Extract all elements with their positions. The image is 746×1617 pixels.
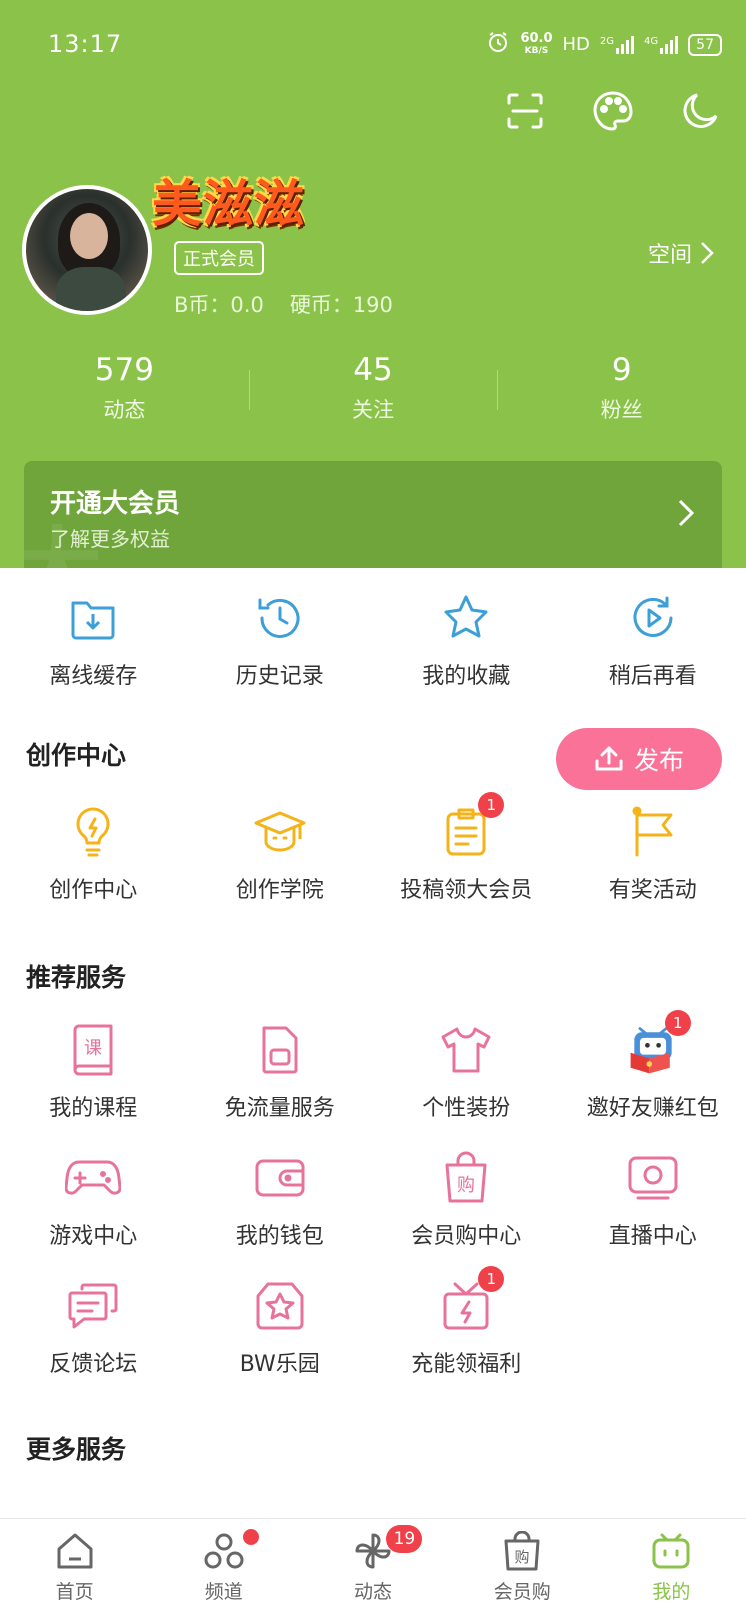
creation-item-academy[interactable]: 创作学院 [187,804,374,904]
sim-card-icon [252,1022,308,1078]
svg-text:购: 购 [457,1175,475,1196]
vip-banner[interactable]: 大 开通大会员 了解更多权益 [24,461,722,568]
download-folder-icon [65,590,121,646]
palette-icon[interactable] [590,88,636,134]
recommended-grid-row-2: 游戏中心 我的钱包 购 会员购中心 直播中心 [0,1150,746,1250]
recommended-grid-row-3: 反馈论坛 BW乐园 1 充能领福利 [0,1266,746,1378]
coin-balance: B币：0.0 硬币：190 [174,289,393,319]
stat-dynamics[interactable]: 579 动态 [0,352,249,424]
status-time: 13:17 [48,30,123,58]
watch-later-icon [625,590,681,646]
quick-actions: 离线缓存 历史记录 我的收藏 稍后再看 [0,590,746,690]
star-badge-icon [252,1278,308,1334]
chevron-right-icon [678,499,694,527]
service-bw-park[interactable]: BW乐园 [187,1278,374,1378]
notification-badge: 1 [478,1266,505,1292]
gift-bolt-icon: 1 [438,1266,505,1334]
graduation-cap-icon [252,804,308,860]
course-book-icon: 课 [65,1022,121,1078]
publish-button[interactable]: 发布 [556,728,722,790]
service-dress-up[interactable]: 个性装扮 [373,1022,560,1122]
vip-title: 开通大会员 [50,489,181,519]
hard-coin-balance: 硬币：190 [289,293,393,317]
signal-2g-icon: 2G [600,35,635,54]
channel-icon [204,1533,244,1569]
status-bar: 13:17 60.0 KB/S HD 2G 4G 57 [0,0,746,90]
creation-item-center[interactable]: 创作中心 [0,804,187,904]
recommended-grid-row-1: 课 我的课程 免流量服务 个性装扮 1 邀好友赚红包 [0,1010,746,1122]
service-feedback-forum[interactable]: 反馈论坛 [0,1278,187,1378]
service-free-data[interactable]: 免流量服务 [187,1022,374,1122]
quick-action-history[interactable]: 历史记录 [187,590,374,690]
quick-action-favorites[interactable]: 我的收藏 [373,590,560,690]
profile-header: 13:17 60.0 KB/S HD 2G 4G 57 美滋滋 正式会员 B币：… [0,0,746,568]
shopping-bag-icon: 购 [438,1150,494,1206]
service-my-courses[interactable]: 课 我的课程 [0,1022,187,1122]
clipboard-icon: 1 [438,792,505,860]
stat-following[interactable]: 45 关注 [248,352,498,424]
profile-stats: 579 动态 45 关注 9 粉丝 [0,352,746,424]
nav-dynamics[interactable]: 19 动态 [298,1519,447,1617]
notification-badge: 19 [386,1525,423,1553]
mascot-red-packet-icon: 1 [625,1010,691,1078]
username: 美滋滋 [152,175,305,233]
chevron-right-icon [701,242,714,264]
bottom-navigation: 首页 频道 19 动态 购 会员购 我的 [0,1518,746,1617]
chat-bubbles-icon [65,1278,121,1334]
nav-me[interactable]: 我的 [597,1519,746,1617]
shopping-bag-icon: 购 [504,1531,540,1571]
stat-fans[interactable]: 9 粉丝 [497,352,746,424]
battery-indicator: 57 [688,33,722,56]
night-mode-icon[interactable] [678,88,724,134]
quick-action-offline-cache[interactable]: 离线缓存 [0,590,187,690]
service-invite-friends[interactable]: 1 邀好友赚红包 [560,1010,746,1122]
service-charge-rewards[interactable]: 1 充能领福利 [373,1266,560,1378]
avatar[interactable] [22,185,152,315]
star-icon [438,590,494,646]
creation-item-submit-vip[interactable]: 1 投稿领大会员 [373,792,560,904]
wallet-icon [252,1150,308,1206]
b-coin-balance: B币：0.0 [174,293,264,317]
top-actions [502,88,724,134]
history-clock-icon [252,590,308,646]
notification-badge: 1 [664,1010,691,1036]
signal-4g-icon: 4G [644,35,679,54]
scan-icon[interactable] [502,88,548,134]
nav-member-shop[interactable]: 购 会员购 [448,1519,597,1617]
upload-icon [595,746,623,771]
space-link[interactable]: 空间 [648,237,714,269]
net-speed: 60.0 KB/S [520,30,553,56]
nav-home[interactable]: 首页 [0,1519,149,1617]
notification-badge: 1 [478,792,505,818]
live-tv-icon [625,1150,681,1206]
creation-item-rewards[interactable]: 有奖活动 [560,804,746,904]
service-wallet[interactable]: 我的钱包 [187,1150,374,1250]
service-live-center[interactable]: 直播中心 [560,1150,746,1250]
flag-icon [625,804,681,860]
nav-channel[interactable]: 频道 [149,1519,298,1617]
recommended-section-title: 推荐服务 [26,963,127,992]
svg-text:购: 购 [515,1548,530,1566]
notification-dot [243,1529,260,1545]
creation-grid: 创作中心 创作学院 1 投稿领大会员 有奖活动 [0,792,746,904]
tshirt-icon [438,1022,494,1078]
alarm-icon [486,30,510,59]
lightbulb-icon [65,804,121,860]
gamepad-icon [65,1150,122,1206]
creation-section-title: 创作中心 [26,741,127,770]
hd-indicator: HD [562,34,590,55]
home-icon [57,1533,93,1569]
quick-action-watch-later[interactable]: 稍后再看 [560,590,746,690]
status-icons: 60.0 KB/S HD 2G 4G 57 [486,30,722,59]
member-tag: 正式会员 [174,241,264,275]
more-services-section-title: 更多服务 [26,1435,127,1464]
service-member-shop[interactable]: 购 会员购中心 [373,1150,560,1250]
service-game-center[interactable]: 游戏中心 [0,1150,187,1250]
svg-text:课: 课 [84,1038,102,1059]
vip-subtitle: 了解更多权益 [50,527,170,551]
tv-mascot-icon [652,1533,690,1569]
